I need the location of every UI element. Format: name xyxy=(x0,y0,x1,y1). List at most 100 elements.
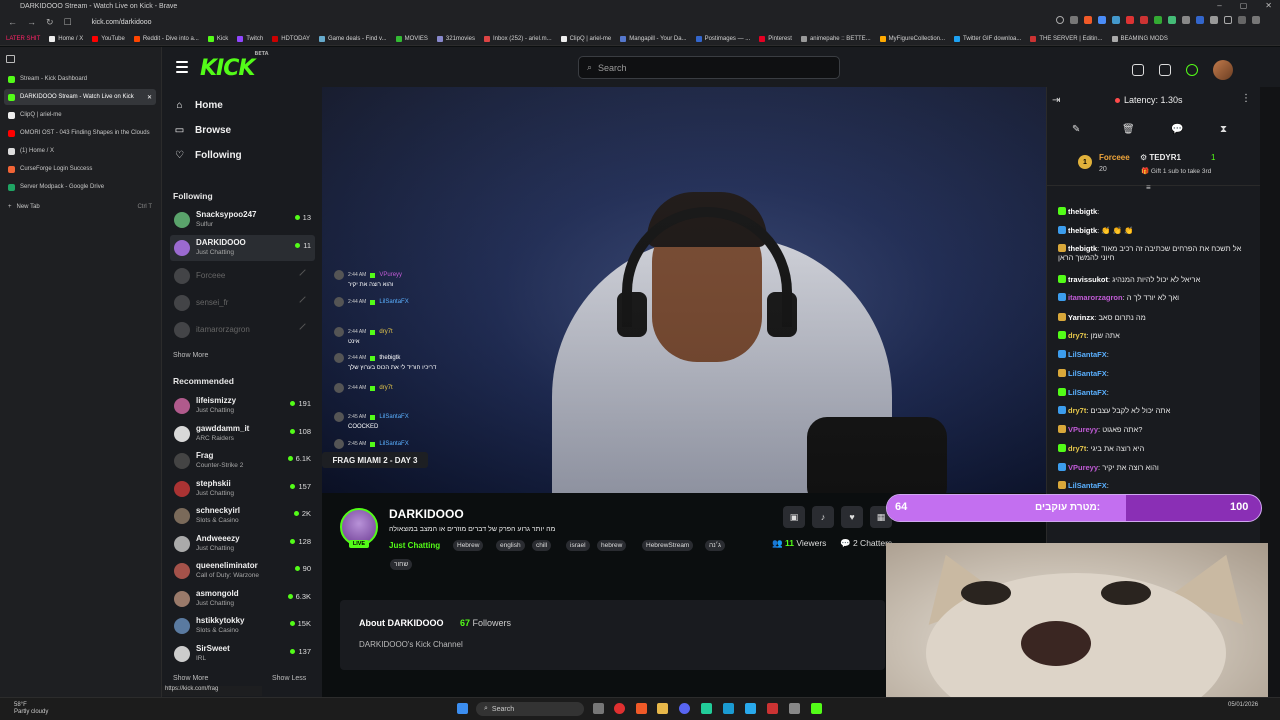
bookmark-item[interactable]: Reddit - Dive into a... xyxy=(133,35,199,42)
sidebar-icon[interactable] xyxy=(1224,16,1232,24)
heart-icon[interactable]: ♥ xyxy=(841,506,863,528)
wallet-icon[interactable] xyxy=(1238,16,1246,24)
chat-message[interactable]: dry7t: אתה יכול לא לקבל עצבים xyxy=(1058,406,1256,415)
hamburger-menu-icon[interactable] xyxy=(176,61,188,73)
chat-message[interactable]: travissukot: אריאל לא יכול להיות המנהיג xyxy=(1058,275,1256,284)
channel-item[interactable]: queeneliminator Call of Duty: Warzone 90 xyxy=(170,558,315,584)
trash-icon[interactable]: 🗑 xyxy=(1122,124,1135,135)
steam-icon[interactable] xyxy=(723,703,734,714)
bookmark-item[interactable]: animepahe :: BETTE... xyxy=(800,35,871,42)
channel-item[interactable]: Frag Counter-Strike 2 6.1K xyxy=(170,448,315,474)
chat-message[interactable]: LilSantaFX: xyxy=(1058,369,1256,378)
zoom-icon[interactable] xyxy=(1056,16,1064,24)
chat-message[interactable]: thebigtk: אל תשכח את הפרחים שכתיבה זה רכ… xyxy=(1058,244,1256,263)
app-icon[interactable] xyxy=(767,703,778,714)
channel-item[interactable]: lifeismizzy Just Chatting 191 xyxy=(170,393,315,419)
user-avatar[interactable] xyxy=(1213,60,1233,80)
bookmark-item[interactable]: Inbox (252) - ariel.m... xyxy=(483,35,552,42)
reload-icon[interactable]: ↻ xyxy=(46,17,54,28)
collapse-chat-icon[interactable]: ⇥ xyxy=(1052,95,1060,106)
tab-item[interactable]: Server Modpack - Google Drive xyxy=(4,179,156,195)
extension-icon[interactable] xyxy=(1112,16,1120,24)
chat-message[interactable]: LilSantaFX: xyxy=(1058,481,1256,490)
show-more-recommended-button[interactable]: Show More xyxy=(173,675,208,682)
chat-message[interactable]: thebigtk: xyxy=(1058,207,1256,216)
windows-start-icon[interactable] xyxy=(457,703,468,714)
share-icon[interactable] xyxy=(1070,16,1078,24)
stream-category[interactable]: Just Chatting xyxy=(389,541,440,550)
pin-icon[interactable]: ✎ xyxy=(1072,124,1080,135)
chat-message[interactable]: dry7t: היא רוצה את ביגי xyxy=(1058,444,1256,453)
nav-home[interactable]: ⌂ Home xyxy=(174,100,222,111)
kick-app-icon[interactable] xyxy=(811,703,822,714)
back-icon[interactable]: ← xyxy=(8,17,17,28)
channel-item[interactable]: SirSweet IRL 137 xyxy=(170,641,315,667)
chat-message[interactable]: itamarorzagron: ואך לא יורד לך ה xyxy=(1058,293,1256,302)
channel-item[interactable]: asmongold Just Chatting 6.3K xyxy=(170,586,315,612)
show-more-following-button[interactable]: Show More xyxy=(173,352,208,359)
menu-icon[interactable] xyxy=(1252,16,1260,24)
extension-icon[interactable] xyxy=(1154,16,1162,24)
chat-message[interactable]: VPureyy: אתה פאגוט? xyxy=(1058,425,1256,434)
channel-item[interactable]: sensei_fr xyxy=(170,290,315,316)
chat-message[interactable]: dry7t: אתה שמן xyxy=(1058,331,1256,340)
nav-following[interactable]: ♡ Following xyxy=(174,150,242,161)
video-player[interactable]: 2:44 AM VPureyy והוא רוצה את יקיר 2:44 AM Li… xyxy=(322,87,1046,493)
bookmark-item[interactable]: MOVIES xyxy=(395,35,428,42)
bookmark-item[interactable]: Game deals - Find v... xyxy=(319,35,387,42)
forward-icon[interactable]: → xyxy=(27,17,36,28)
kick-logo[interactable]: KICKBETA xyxy=(200,51,269,81)
chat-message[interactable]: LilSantaFX: xyxy=(1058,388,1256,397)
tab-item-active[interactable]: DARKIDOOO Stream - Watch Live on Kick ✕ xyxy=(4,89,156,105)
gift-icon[interactable] xyxy=(1159,64,1171,76)
channel-item[interactable]: Andweeezy Just Chatting 128 xyxy=(170,531,315,557)
brave-shield-icon[interactable] xyxy=(1084,16,1092,24)
extension-icon[interactable] xyxy=(1098,16,1106,24)
stream-tag[interactable]: שחור xyxy=(390,559,413,570)
file-explorer-icon[interactable] xyxy=(657,703,668,714)
bookmark-item[interactable]: Twitter GIF downloa... xyxy=(954,35,1021,42)
minimize-icon[interactable]: – xyxy=(1217,1,1221,10)
streamer-name[interactable]: DARKIDOOO xyxy=(389,507,464,521)
expand-icon[interactable]: ≡ xyxy=(1146,183,1151,192)
tab-item[interactable]: (1) Home / X xyxy=(4,143,156,159)
tab-item[interactable]: ClipQ | ariel-me xyxy=(4,107,156,123)
extension-icon[interactable] xyxy=(1182,16,1190,24)
channel-item[interactable]: stephskii Just Chatting 157 xyxy=(170,476,315,502)
extension-icon[interactable] xyxy=(1140,16,1148,24)
url-field[interactable]: kick.com/darkidooo xyxy=(92,19,152,26)
chat-message[interactable]: thebigtk: 👏 👏 👏 xyxy=(1058,226,1256,235)
close-window-icon[interactable]: ✕ xyxy=(1265,1,1272,10)
chat-message[interactable]: Yarinzx: מה נתרום סאב xyxy=(1058,313,1256,322)
weather-widget[interactable]: 58°F Partly cloudy xyxy=(14,702,48,716)
app-icon[interactable] xyxy=(701,703,712,714)
extension-icon[interactable] xyxy=(1126,16,1134,24)
stream-tag[interactable]: Hebrew xyxy=(453,540,484,551)
stream-tag[interactable]: israel xyxy=(566,540,590,551)
channel-item[interactable]: hstikkytokky Slots & Casino 15K xyxy=(170,613,315,639)
sidebar-toggle-icon[interactable] xyxy=(6,55,15,63)
stream-tag[interactable]: chill xyxy=(532,540,552,551)
extension-icon[interactable] xyxy=(1196,16,1204,24)
bookmark-item[interactable]: LATER SHIT xyxy=(6,36,40,42)
bookmark-item[interactable]: Postimages — ... xyxy=(695,35,750,42)
bookmark-item[interactable]: Home / X xyxy=(49,35,83,42)
tab-item[interactable]: OMORI OST - 043 Finding Shapes in the Cl… xyxy=(4,125,156,141)
bookmark-item[interactable]: BEAMING MODS xyxy=(1111,35,1168,42)
channel-item[interactable]: itamarorzagron xyxy=(170,317,315,343)
channel-item[interactable]: schneckyirl Slots & Casino 2K xyxy=(170,503,315,529)
bookmark-item[interactable]: Mangapill - Your Da... xyxy=(620,35,687,42)
channel-item[interactable]: gawddamm_it ARC Raiders 108 xyxy=(170,421,315,447)
timer-icon[interactable]: ⧗ xyxy=(1220,124,1227,135)
telegram-icon[interactable] xyxy=(745,703,756,714)
taskbar-search[interactable]: ⌕ Search xyxy=(476,702,584,716)
task-view-icon[interactable] xyxy=(593,703,604,714)
discord-icon[interactable] xyxy=(679,703,690,714)
chat-message[interactable]: LilSantaFX: xyxy=(1058,350,1256,359)
tab-item[interactable]: CurseForge Login Success xyxy=(4,161,156,177)
show-less-button[interactable]: Show Less xyxy=(272,675,306,682)
chat-message[interactable]: VPureyy: והוא רוצה את יקיר xyxy=(1058,463,1256,472)
app-icon[interactable] xyxy=(789,703,800,714)
stream-tag[interactable]: HebrewStream xyxy=(642,540,694,551)
brave-icon[interactable] xyxy=(636,703,647,714)
